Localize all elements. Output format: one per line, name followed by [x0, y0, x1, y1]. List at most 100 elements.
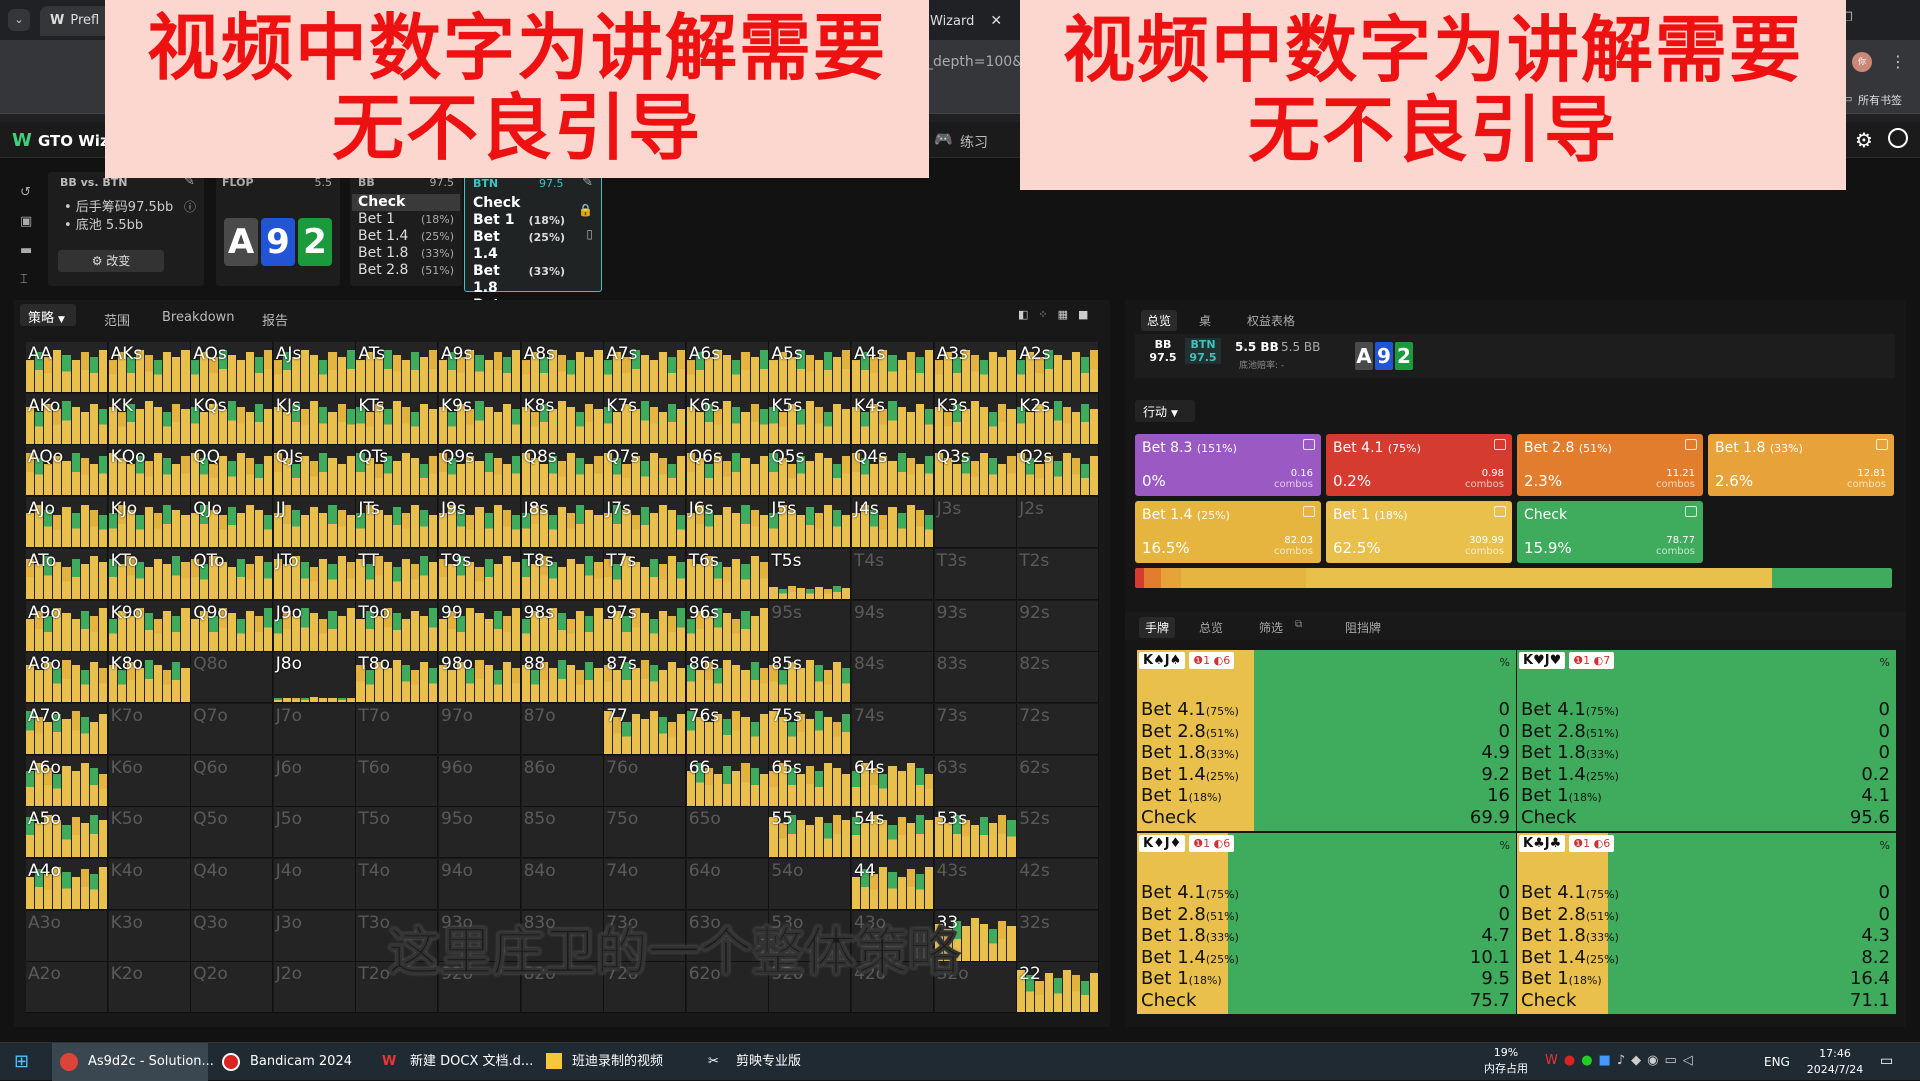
hand-cell[interactable]: K2o	[108, 962, 191, 1014]
hand-cell[interactable]: J5s	[769, 497, 852, 549]
tab-blockers[interactable]: 阻挡牌	[1345, 619, 1381, 636]
hand-cell[interactable]: KQo	[108, 445, 191, 497]
tab-report[interactable]: 报告	[262, 310, 288, 329]
hand-cell[interactable]: J2o	[273, 962, 356, 1014]
hand-cell[interactable]: KTs	[356, 393, 439, 445]
hand-cell[interactable]: KJs	[273, 393, 356, 445]
hand-cell[interactable]: AKo	[26, 393, 108, 445]
hand-cell[interactable]: 32s	[1017, 910, 1100, 962]
hand-cell[interactable]: Q3s	[934, 445, 1017, 497]
hand-cell[interactable]: 42s	[1017, 859, 1100, 910]
browser-tab-preflop[interactable]: W Prefl	[40, 6, 110, 36]
hand-cell[interactable]: QJo	[191, 497, 274, 549]
hand-cell[interactable]: 55	[769, 807, 852, 859]
action-row-bet-2-8[interactable]: Bet 2.8 (51%)	[352, 262, 460, 279]
hand-cell[interactable]: 65o	[686, 807, 769, 859]
hand-cell[interactable]: 87s	[604, 652, 687, 704]
hand-cell[interactable]: T5o	[356, 807, 439, 859]
action-box-bet-1-8[interactable]: Bet 1.8 (33%) 2.6% 12.81 combos	[1708, 434, 1894, 496]
hand-cell[interactable]: 73s	[934, 703, 1017, 755]
wps-tray-icon[interactable]: W	[1545, 1053, 1564, 1068]
hand-cell[interactable]: A6o	[26, 755, 108, 807]
hand-cell[interactable]: AJs	[273, 342, 356, 393]
hand-cell[interactable]: 74s	[852, 703, 934, 755]
hand-cell[interactable]: 66	[686, 755, 769, 807]
undo-icon[interactable]: ↺	[20, 178, 36, 207]
tab-breakdown[interactable]: Breakdown	[162, 310, 235, 325]
hand-cell[interactable]: K6o	[108, 755, 191, 807]
lock-icon[interactable]: 🔒	[578, 203, 593, 217]
hand-cell[interactable]: Q8o	[191, 652, 274, 704]
mic-icon[interactable]: ♪	[1617, 1053, 1631, 1068]
hand-cell[interactable]: T5s	[769, 548, 852, 600]
hand-cell[interactable]: ATo	[26, 548, 108, 600]
copy-icon[interactable]	[1876, 439, 1888, 450]
network-icon[interactable]: ▭	[1664, 1053, 1682, 1068]
hand-cell[interactable]: KJo	[108, 497, 191, 549]
hand-cell[interactable]: KK	[108, 393, 191, 445]
hand-cell[interactable]: 84o	[521, 859, 604, 910]
hand-detail-box[interactable]: K♠J♠ ❶1 ◐6% Bet 4.1(75%) 0 Bet 2.8(51%) 0 Bet …	[1137, 650, 1516, 831]
hand-cell[interactable]: T9s	[439, 548, 521, 600]
hand-cell[interactable]: 95o	[439, 807, 521, 859]
hand-cell[interactable]: 96s	[686, 600, 769, 652]
single-view-icon[interactable]: ■	[1078, 308, 1098, 321]
hand-cell[interactable]: K5s	[769, 393, 852, 445]
hand-detail-box[interactable]: K♥J♥ ❶1 ◐7% Bet 4.1(75%) 0 Bet 2.8(51%) 0 Bet …	[1517, 650, 1896, 831]
hand-cell[interactable]: ATs	[356, 342, 439, 393]
hand-cell[interactable]: 94s	[852, 600, 934, 652]
action-dropdown[interactable]: 行动 ▼	[1135, 400, 1195, 422]
compact-view-icon[interactable]: ⁘	[1038, 308, 1057, 321]
tab-hands[interactable]: 手牌	[1139, 617, 1176, 638]
hand-cell[interactable]: 83s	[934, 652, 1017, 704]
copy-icon[interactable]	[1303, 506, 1315, 517]
hand-cell[interactable]: 87o	[521, 703, 604, 755]
hand-cell[interactable]: 86s	[686, 652, 769, 704]
hand-cell[interactable]: 76o	[604, 755, 687, 807]
hand-cell[interactable]: QTs	[356, 445, 439, 497]
grid-view-icon[interactable]: ▦	[1058, 308, 1078, 321]
action-row-bet-1-8[interactable]: Bet 1.8 (33%)	[352, 245, 460, 262]
hand-cell[interactable]: T8o	[356, 652, 439, 704]
hand-cell[interactable]: K7s	[604, 393, 687, 445]
hand-cell[interactable]: 92s	[1017, 600, 1100, 652]
hand-cell[interactable]: A2o	[26, 962, 108, 1014]
book-icon[interactable]: ▯	[586, 227, 593, 241]
hand-detail-box[interactable]: K♦J♦ ❶1 ◐6% Bet 4.1(75%) 0 Bet 2.8(51%) 0 Bet …	[1137, 833, 1516, 1014]
hand-cell[interactable]: K6s	[686, 393, 769, 445]
record-tray-icon[interactable]: ●	[1564, 1053, 1581, 1068]
hand-cell[interactable]: Q9o	[191, 600, 274, 652]
text-cursor-icon[interactable]: ⌶	[20, 265, 36, 294]
taskbar-item-folder[interactable]: 班迪录制的视频	[546, 1043, 663, 1081]
hand-cell[interactable]: A7o	[26, 703, 108, 755]
hand-cell[interactable]: Q5o	[191, 807, 274, 859]
hand-cell[interactable]: AQo	[26, 445, 108, 497]
tab-overview[interactable]: 总览	[1141, 310, 1178, 331]
hand-cell[interactable]: Q6s	[686, 445, 769, 497]
hand-cell[interactable]: 99	[439, 600, 521, 652]
taskbar-item-chrome[interactable]: As9d2c - Solution...	[52, 1043, 214, 1081]
hand-cell[interactable]: 22	[1017, 962, 1100, 1014]
hand-cell[interactable]: 54s	[852, 807, 934, 859]
hand-cell[interactable]: J8s	[521, 497, 604, 549]
hand-cell[interactable]: 97o	[439, 703, 521, 755]
taskbar-item-bandicam[interactable]: Bandicam 2024	[218, 1043, 352, 1081]
hand-cell[interactable]: AA	[26, 342, 108, 393]
hand-cell[interactable]: AQs	[191, 342, 274, 393]
hand-cell[interactable]: J4s	[852, 497, 934, 549]
nav-practice[interactable]: 练习	[960, 132, 988, 152]
tab-strategy[interactable]: 策略 ▼	[20, 304, 76, 326]
hand-cell[interactable]: T9o	[356, 600, 439, 652]
hand-cell[interactable]: Q2o	[191, 962, 274, 1014]
input-language[interactable]: ENG	[1764, 1055, 1790, 1069]
hand-cell[interactable]: JJ	[273, 497, 356, 549]
hand-cell[interactable]: 76s	[686, 703, 769, 755]
all-bookmarks-link[interactable]: 所有书签	[1858, 92, 1902, 108]
hand-cell[interactable]: JTs	[356, 497, 439, 549]
copy-icon[interactable]	[1303, 439, 1315, 450]
hand-cell[interactable]: QJs	[273, 445, 356, 497]
hand-cell[interactable]: 65s	[769, 755, 852, 807]
contrast-icon[interactable]: ◧	[1018, 308, 1038, 321]
hand-cell[interactable]: 96o	[439, 755, 521, 807]
hand-cell[interactable]: J6o	[273, 755, 356, 807]
